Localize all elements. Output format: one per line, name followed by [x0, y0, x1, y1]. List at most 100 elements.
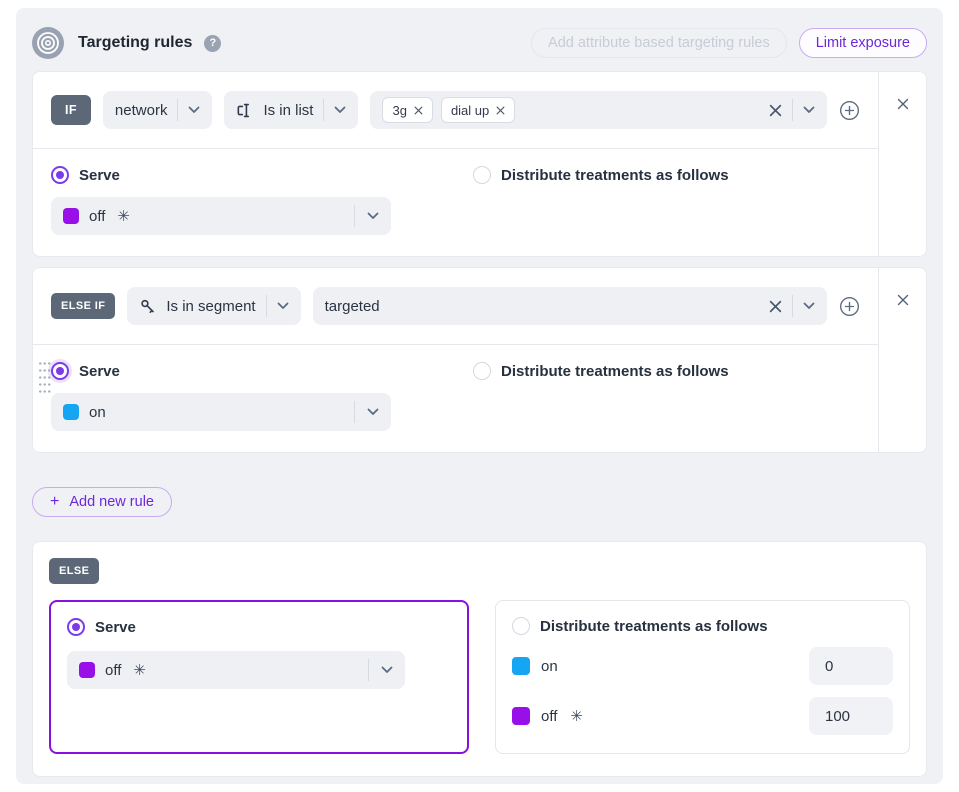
rule-2-condition-row: ELSE IF Is in segment: [33, 268, 878, 344]
rule-2-serve-section: Serve Distribute treatments as follows o…: [33, 345, 878, 452]
else-if-badge: ELSE IF: [51, 293, 115, 319]
chevron-down-icon: [188, 106, 200, 114]
matcher-select[interactable]: Is in segment: [127, 287, 300, 325]
dropdown-controls: [354, 401, 379, 423]
serve-option: Serve: [51, 362, 473, 380]
distribute-option-inner: Distribute treatments as follows: [512, 617, 768, 635]
attribute-select-value: network: [115, 102, 168, 119]
distribute-option: Distribute treatments as follows: [473, 166, 729, 184]
distribute-radio[interactable]: [473, 362, 491, 380]
chevron-down-icon[interactable]: [803, 106, 815, 114]
distribute-label: Distribute treatments as follows: [501, 167, 729, 184]
rule-2-delete-column: [878, 268, 926, 452]
dropdown-controls: [368, 659, 393, 681]
text-cursor-icon: [236, 102, 253, 119]
distribute-radio[interactable]: [512, 617, 530, 635]
treatment-dropdown[interactable]: on: [51, 393, 391, 431]
add-condition-button[interactable]: [839, 100, 860, 121]
rule-1-condition-row: IF network Is in list: [33, 72, 878, 148]
help-icon[interactable]: ?: [204, 35, 221, 52]
delete-rule-icon[interactable]: [895, 292, 911, 308]
serve-panel-selected[interactable]: Serve off ✳: [49, 600, 469, 754]
plus-icon: +: [50, 494, 59, 510]
value-chip: 3g: [382, 97, 432, 123]
rule-1-serve-section: Serve Distribute treatments as follows o…: [33, 149, 878, 256]
rule-1-main: IF network Is in list: [33, 72, 878, 256]
select-divider: [177, 99, 178, 121]
dropdown-divider: [354, 205, 355, 227]
list-values-field[interactable]: 3g dial up: [370, 91, 827, 129]
attribute-select[interactable]: network: [103, 91, 213, 129]
percent-input[interactable]: [809, 697, 893, 735]
if-badge: IF: [51, 95, 91, 125]
remove-chip-icon[interactable]: [496, 106, 505, 115]
default-treatment-icon: ✳: [133, 661, 146, 679]
chip-label: 3g: [392, 103, 406, 118]
rule-card-if: IF network Is in list: [32, 71, 927, 257]
targeting-rules-panel: Targeting rules ? Add attribute based ta…: [16, 8, 943, 784]
page-title: Targeting rules: [78, 34, 192, 52]
add-new-rule-button[interactable]: + Add new rule: [32, 487, 172, 517]
treatment-dropdown[interactable]: off ✳: [51, 197, 391, 235]
dropdown-controls: [354, 205, 379, 227]
select-divider: [266, 295, 267, 317]
drag-handle[interactable]: [38, 360, 51, 394]
field-controls: [769, 295, 815, 317]
treatment-name: on: [541, 658, 558, 675]
clear-field-icon[interactable]: [769, 104, 782, 117]
distribute-option: Distribute treatments as follows: [473, 362, 729, 380]
serve-label: Serve: [95, 619, 136, 636]
segment-field[interactable]: [313, 287, 827, 325]
distribute-panel[interactable]: Distribute treatments as follows on off …: [495, 600, 910, 754]
default-rule-panels: Serve off ✳: [49, 600, 910, 754]
rule-2-serve-options: Serve Distribute treatments as follows: [51, 362, 860, 380]
chevron-down-icon: [381, 666, 393, 674]
treatment-dropdown-value: off: [105, 662, 121, 679]
serve-radio[interactable]: [51, 166, 69, 184]
distribute-label: Distribute treatments as follows: [540, 618, 768, 635]
distribution-row: off ✳: [512, 697, 893, 735]
matcher-select[interactable]: Is in list: [224, 91, 358, 129]
serve-option: Serve: [67, 618, 451, 636]
default-rule-card: ELSE Serve off ✳: [32, 541, 927, 777]
dropdown-divider: [368, 659, 369, 681]
serve-option-inner: Serve: [67, 618, 136, 636]
add-condition-button[interactable]: [839, 296, 860, 317]
serve-radio[interactable]: [51, 362, 69, 380]
remove-chip-icon[interactable]: [414, 106, 423, 115]
field-divider: [792, 99, 793, 121]
treatment-name: off: [541, 708, 557, 725]
serve-label: Serve: [79, 167, 120, 184]
treatment-dropdown[interactable]: off ✳: [67, 651, 405, 689]
treatment-dropdown-value: off: [89, 208, 105, 225]
dropdown-divider: [354, 401, 355, 423]
rule-card-else-if: ELSE IF Is in segment: [32, 267, 927, 453]
distribute-label: Distribute treatments as follows: [501, 363, 729, 380]
treatment-color-swatch: [63, 208, 79, 224]
chip-label: dial up: [451, 103, 489, 118]
add-attribute-rules-button[interactable]: Add attribute based targeting rules: [531, 28, 787, 58]
treatment-dropdown-value: on: [89, 404, 106, 421]
percent-input[interactable]: [809, 647, 893, 685]
else-badge: ELSE: [49, 558, 99, 584]
radio-hover-halo: [48, 359, 72, 383]
treatment-color-swatch: [79, 662, 95, 678]
serve-option: Serve: [51, 166, 473, 184]
serve-label: Serve: [79, 363, 120, 380]
treatment-color-swatch: [63, 404, 79, 420]
clear-field-icon[interactable]: [769, 300, 782, 313]
target-icon: [32, 27, 64, 59]
distribute-radio[interactable]: [473, 166, 491, 184]
select-divider: [323, 99, 324, 121]
panel-header: Targeting rules ? Add attribute based ta…: [32, 8, 927, 71]
treatment-color-swatch: [512, 707, 530, 725]
matcher-select-value: Is in list: [263, 102, 313, 119]
segment-input[interactable]: [325, 298, 761, 315]
limit-exposure-button[interactable]: Limit exposure: [799, 28, 927, 58]
rule-1-serve-options: Serve Distribute treatments as follows: [51, 166, 860, 184]
matcher-select-value: Is in segment: [166, 298, 255, 315]
serve-radio[interactable]: [67, 618, 85, 636]
delete-rule-icon[interactable]: [895, 96, 911, 112]
key-icon: [139, 298, 156, 315]
chevron-down-icon[interactable]: [803, 302, 815, 310]
